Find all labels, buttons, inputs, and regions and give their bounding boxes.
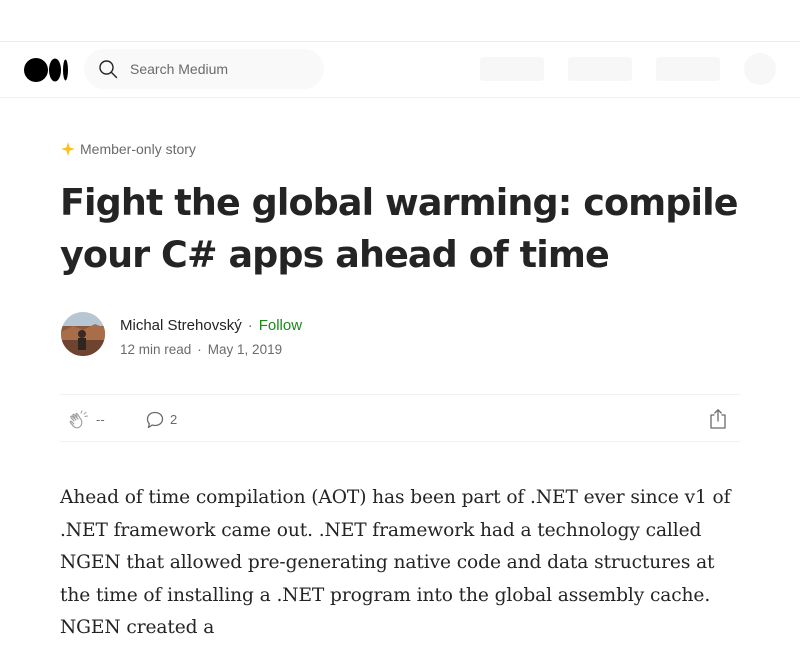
navbar xyxy=(0,41,800,98)
search-icon xyxy=(99,60,118,79)
separator: · xyxy=(247,317,253,334)
article-body: Ahead of time compilation (AOT) has been… xyxy=(60,487,731,638)
nav-placeholder-1 xyxy=(480,57,544,81)
comment-icon[interactable] xyxy=(145,410,165,430)
share-icon[interactable] xyxy=(708,408,728,430)
response-count: 2 xyxy=(170,412,178,427)
follow-button[interactable]: Follow xyxy=(259,317,302,334)
badge-label: Member-only story xyxy=(80,141,196,157)
search-input[interactable] xyxy=(130,59,310,79)
article-title: Fight the global warming: compile your C… xyxy=(60,181,738,276)
read-time: 12 min read xyxy=(120,342,192,357)
author-name[interactable]: Michal Strehovský xyxy=(120,317,242,334)
search-bar[interactable] xyxy=(84,49,324,89)
separator: · xyxy=(197,342,202,357)
clap-icon[interactable] xyxy=(68,409,90,431)
star-icon xyxy=(61,142,75,156)
publish-date: May 1, 2019 xyxy=(207,342,283,357)
member-only-badge: Member-only story xyxy=(60,140,196,158)
medium-logo[interactable] xyxy=(24,57,70,83)
nav-placeholder-2 xyxy=(568,57,632,81)
clap-count: -- xyxy=(96,412,105,427)
action-bar: -- 2 xyxy=(60,394,740,442)
nav-placeholder-3 xyxy=(656,57,720,81)
top-strip xyxy=(0,0,800,42)
author-line: Michal Strehovský · Follow xyxy=(120,317,302,334)
author-avatar[interactable] xyxy=(61,312,105,356)
user-avatar-placeholder[interactable] xyxy=(744,53,776,85)
article-meta: 12 min read · May 1, 2019 xyxy=(120,342,282,357)
